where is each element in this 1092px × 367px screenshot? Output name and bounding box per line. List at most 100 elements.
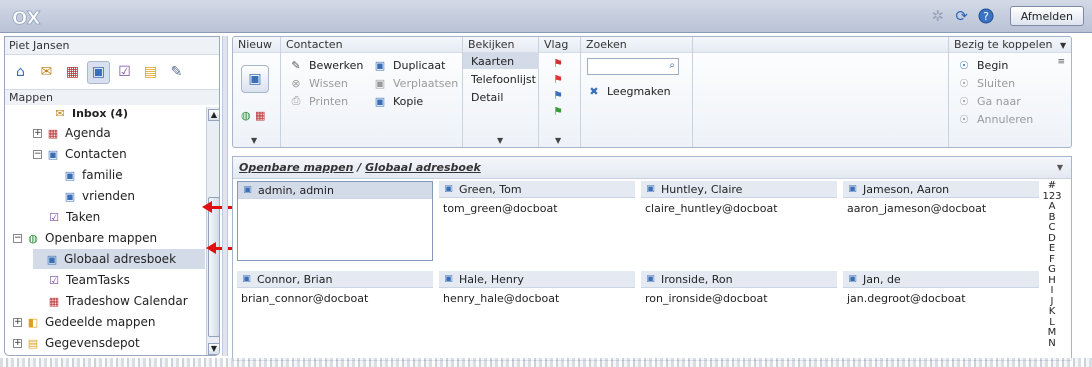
alpha-letter[interactable]: N [1041, 338, 1063, 350]
collapse-icon[interactable]: − [13, 233, 22, 243]
contact-icon: ▣ [444, 274, 453, 284]
expand-icon[interactable]: + [13, 338, 22, 348]
breadcrumb-parent-link[interactable]: Openbare mappen [239, 161, 353, 174]
expand-icon[interactable]: + [13, 317, 22, 327]
contact-email[interactable]: henry_hale@docboat [439, 288, 635, 309]
contact-card[interactable]: ▣ Huntley, Claire claire_huntley@docboat [641, 181, 837, 261]
move-label: Verplaatsen [393, 76, 459, 90]
view-cards-option[interactable]: Kaarten [471, 53, 514, 69]
contact-email[interactable]: aaron_jameson@docboat [843, 198, 1039, 219]
contact-email[interactable]: ron_ironside@docboat [641, 288, 837, 309]
alpha-letter[interactable]: M [1041, 327, 1063, 339]
move-button[interactable]: ▣ Verplaatsen [373, 75, 458, 91]
contact-email[interactable]: claire_huntley@docboat [641, 198, 837, 219]
tree-item-tradeshow-calendar[interactable]: ▦ Tradeshow Calendar [47, 291, 188, 311]
begin-button[interactable]: ☉ Begin [957, 57, 1008, 73]
delete-button[interactable]: ⊗ Wissen [289, 75, 348, 91]
goto-button[interactable]: ☉ Ga naar [957, 93, 1021, 109]
print-button[interactable]: ⎙ Printen [289, 93, 348, 109]
toolbar-group-title: Zoeken [581, 37, 692, 53]
home-icon[interactable]: ⌂ [9, 61, 32, 84]
breadcrumb-current[interactable]: Globaal adresboek [365, 161, 481, 174]
alpha-letter[interactable]: G [1041, 264, 1063, 276]
scroll-down-icon[interactable]: ▼ [208, 343, 219, 355]
search-input[interactable]: ⌕ [587, 58, 679, 75]
tree-item-gegevensdepot[interactable]: + ▤ Gegevensdepot [13, 333, 140, 353]
tree-item-agenda[interactable]: + ▦ Agenda [33, 123, 111, 143]
alpha-letter[interactable]: C [1041, 222, 1063, 234]
help-icon[interactable]: ? [976, 6, 996, 26]
collapse-toolbar-icon[interactable]: ▼ [251, 136, 257, 145]
edit-button[interactable]: ✎ Bewerken [289, 57, 363, 73]
contact-card[interactable]: ▣ Jameson, Aaron aaron_jameson@docboat [843, 181, 1039, 261]
contact-icon: ▣ [848, 184, 857, 194]
contact-card[interactable]: ▣ Ironside, Ron ron_ironside@docboat [641, 271, 837, 351]
clear-search-button[interactable]: ✖ Leegmaken [587, 83, 670, 99]
collapse-view-icon[interactable]: ▼ [497, 136, 503, 145]
mail-icon[interactable]: ✉ [35, 61, 58, 84]
contact-email[interactable]: jan.degroot@docboat [843, 288, 1039, 309]
duplicate-button[interactable]: ▣ Duplicaat [373, 57, 446, 73]
copy-button[interactable]: ▣ Kopie [373, 93, 423, 109]
flag-clear-icon[interactable]: ⚑ [553, 57, 563, 70]
alpha-letter[interactable]: A [1041, 201, 1063, 213]
module-icon-bar: ⌂ ✉ ▦ ▣ ☑ ▤ ✎ [5, 55, 219, 89]
close-link-button[interactable]: ☉ Sluiten [957, 75, 1015, 91]
alpha-letter[interactable]: I [1041, 285, 1063, 297]
contact-card[interactable]: ▣ Connor, Brian brian_connor@docboat [237, 271, 433, 351]
refresh-icon[interactable]: ⟳ [952, 6, 972, 26]
tree-item-familie[interactable]: ▣ familie [63, 165, 123, 185]
contact-card[interactable]: ▣ Jan, de jan.degroot@docboat [843, 271, 1039, 351]
flag-green-icon[interactable]: ⚑ [553, 105, 563, 118]
edit-label: Bewerken [309, 58, 364, 72]
contact-email[interactable]: brian_connor@docboat [237, 288, 433, 309]
settings-icon[interactable]: ✎ [165, 61, 188, 84]
logout-button[interactable]: Afmelden [1009, 6, 1084, 26]
contact-email[interactable]: tom_green@docboat [439, 198, 635, 219]
contact-email[interactable] [238, 199, 432, 207]
collapse-flag-icon[interactable]: ▼ [555, 136, 561, 145]
view-detail-option[interactable]: Detail [471, 89, 503, 105]
shared-folders-icon: ◧ [27, 315, 39, 329]
toolbar-group-koppelen: Bezig te koppelen ▼ ☉ Begin ☉ Sluiten ☉ … [949, 37, 1071, 147]
contact-card[interactable]: ▣ Green, Tom tom_green@docboat [439, 181, 635, 261]
new-contact-button[interactable]: ▣ [241, 65, 269, 93]
tree-item-globaal-adresboek[interactable]: ▣ Globaal adresboek [33, 249, 205, 269]
group-dropdown-icon[interactable]: ▼ [1060, 41, 1066, 50]
expand-icon[interactable]: + [33, 128, 42, 138]
flag-blue-icon[interactable]: ⚑ [553, 89, 563, 102]
breadcrumb-text: Openbare mappen / Globaal adresboek [239, 161, 481, 174]
search-icon[interactable]: ⌕ [669, 60, 675, 71]
tasks-icon[interactable]: ☑ [113, 61, 136, 84]
alpha-letter[interactable]: # [1041, 180, 1063, 192]
toolbar-menu-icon[interactable]: ≡ [1057, 57, 1065, 67]
alpha-letter[interactable]: K [1041, 306, 1063, 318]
cancel-link-button[interactable]: ☉ Annuleren [957, 111, 1033, 127]
tree-item-contacten[interactable]: − ▣ Contacten [33, 144, 127, 164]
tree-item-inbox[interactable]: ✉ Inbox (4) [53, 107, 128, 123]
scroll-up-icon[interactable]: ▲ [208, 109, 219, 121]
contact-card[interactable]: ▣ admin, admin [237, 181, 433, 261]
calendar-icon[interactable]: ▦ [61, 61, 84, 84]
alpha-letter[interactable]: E [1041, 243, 1063, 255]
view-phonelist-option[interactable]: Telefoonlijst [471, 71, 536, 87]
svg-text:?: ? [983, 10, 989, 23]
contact-card[interactable]: ▣ Hale, Henry henry_hale@docboat [439, 271, 635, 351]
sidebar-splitter[interactable] [222, 36, 228, 356]
tree-item-gedeelde-mappen[interactable]: + ◧ Gedeelde mappen [13, 312, 155, 332]
tree-item-teamtasks[interactable]: ☑ TeamTasks [47, 270, 130, 290]
flag-red-icon[interactable]: ⚑ [553, 73, 563, 86]
panel-menu-icon[interactable]: ▼ [1057, 163, 1063, 172]
contacts-icon[interactable]: ▣ [87, 60, 110, 84]
collapse-icon[interactable]: − [33, 149, 42, 159]
tree-item-taken[interactable]: ☑ Taken [47, 207, 100, 227]
public-folder-small-icon[interactable]: ◍ [241, 109, 251, 122]
tree-item-openbare-mappen[interactable]: − ◍ Openbare mappen [13, 228, 157, 248]
calendar-small-icon[interactable]: ▦ [255, 109, 265, 122]
tree-item-label: Contacten [65, 147, 127, 161]
scroll-thumb[interactable] [208, 197, 219, 337]
tree-scrollbar[interactable]: ▲ ▼ [206, 107, 219, 355]
public-folders-icon: ◍ [28, 231, 38, 245]
infostore-icon[interactable]: ▤ [139, 61, 162, 84]
tree-item-vrienden[interactable]: ▣ vrienden [63, 186, 135, 206]
